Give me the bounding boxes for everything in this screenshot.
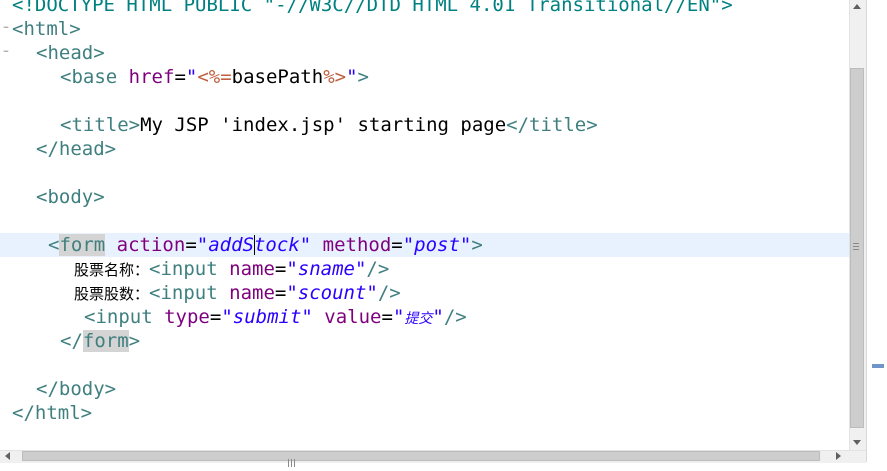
code-line: <head>: [36, 42, 105, 64]
method-attribute: method: [322, 234, 392, 256]
base-tag: base: [71, 66, 118, 88]
action-attribute: action: [116, 234, 186, 256]
value-attribute: value: [324, 306, 382, 328]
overview-ruler[interactable]: [866, 0, 887, 462]
sname-label-text: 股票名称：: [74, 261, 150, 279]
code-line: <body>: [36, 186, 105, 208]
arrow-right-icon[interactable]: [836, 452, 841, 460]
jsp-expression: basePath: [231, 66, 324, 88]
jsp-open-delimiter: <%=: [197, 66, 232, 88]
action-value: "addStock": [196, 234, 312, 256]
type-attribute: type: [164, 306, 210, 328]
code-line: </html>: [12, 402, 93, 424]
body-open-tag: body: [47, 186, 94, 208]
jsp-close-delimiter: %>: [323, 66, 347, 88]
title-text: My JSP 'index.jsp' starting page: [140, 114, 507, 136]
name-attribute: name: [229, 282, 275, 304]
input-tag: input: [160, 258, 218, 280]
scroll-grip-icon: [853, 243, 859, 252]
scount-value: "scount": [286, 282, 378, 304]
name-attribute: name: [229, 258, 275, 280]
arrow-left-icon[interactable]: [5, 452, 10, 460]
submit-label-value: 提交: [404, 311, 433, 327]
ruler-occurrence-marker[interactable]: [872, 364, 884, 368]
form-close-tag: form: [82, 330, 129, 352]
code-line: 股票股数：<input name="scount"/>: [74, 282, 401, 304]
code-line: </form>: [60, 330, 141, 352]
head-close-tag: head: [58, 138, 105, 160]
scroll-grip-icon: [288, 452, 297, 467]
html-open-tag: html: [23, 18, 70, 40]
horizontal-scroll-thumb[interactable]: [22, 451, 820, 461]
form-open-tag: form: [59, 234, 106, 256]
input-tag: input: [95, 306, 153, 328]
method-value: "post": [402, 234, 472, 256]
title-open-tag: title: [71, 114, 129, 136]
scount-label-text: 股票股数：: [74, 285, 150, 303]
html-close-tag: html: [34, 402, 81, 424]
code-line: <input type="submit" value="提交"/>: [84, 306, 467, 328]
code-line: <title>My JSP 'index.jsp' starting page<…: [60, 114, 598, 136]
body-close-tag: body: [58, 378, 105, 400]
code-line: <html>: [12, 18, 81, 40]
arrow-down-icon[interactable]: [853, 440, 861, 445]
title-close-tag: title: [529, 114, 587, 136]
submit-type-value: "submit": [221, 306, 313, 328]
code-line: 股票名称：<input name="sname"/>: [74, 258, 390, 280]
sname-value: "sname": [286, 258, 367, 280]
code-line: <!DOCTYPE HTML PUBLIC "-//W3C//DTD HTML …: [0, 0, 849, 17]
href-attribute: href: [128, 66, 175, 88]
code-line: </body>: [36, 378, 117, 400]
code-line: <base href="<%=basePath%>">: [60, 66, 369, 88]
current-line: <form action="addStock" method="post">: [0, 233, 849, 257]
code-line: </head>: [36, 138, 117, 160]
head-open-tag: head: [47, 42, 94, 64]
input-tag: input: [160, 282, 218, 304]
doctype-declaration: <!DOCTYPE HTML PUBLIC "-//W3C//DTD HTML …: [12, 0, 733, 16]
arrow-up-icon[interactable]: [853, 4, 861, 9]
code-editor[interactable]: − − − <!DOCTYPE HTML PUBLIC "-//W3C//DTD…: [0, 0, 849, 450]
